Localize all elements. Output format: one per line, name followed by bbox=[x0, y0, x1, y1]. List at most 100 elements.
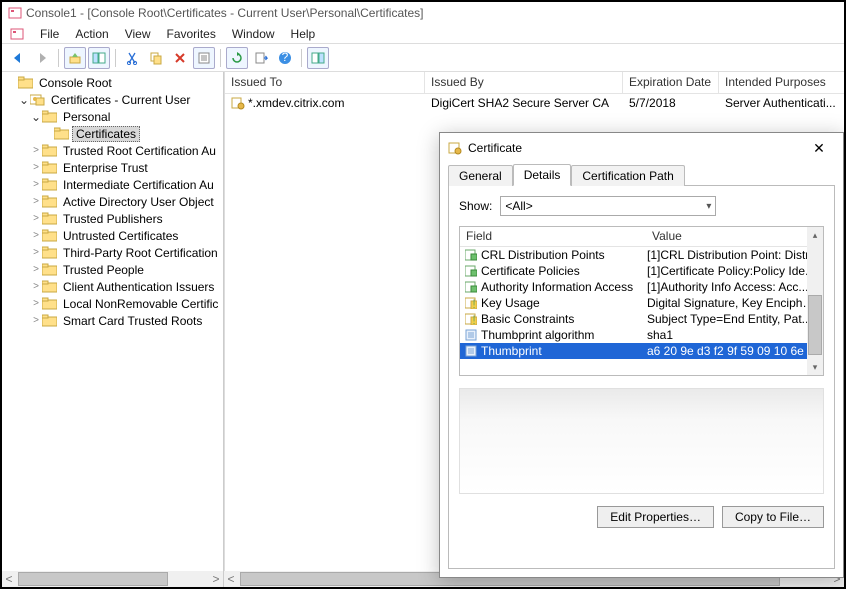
tree-node[interactable]: Local NonRemovable Certific bbox=[60, 297, 221, 311]
folder-icon bbox=[42, 212, 57, 225]
fields-vertical-scrollbar[interactable]: ▴ ▾ bbox=[807, 227, 823, 375]
expand-toggle[interactable] bbox=[30, 110, 42, 124]
folder-icon bbox=[42, 246, 57, 259]
tree-node[interactable]: Intermediate Certification Au bbox=[60, 178, 217, 192]
tree-node-console-root[interactable]: Console Root bbox=[36, 76, 115, 90]
tab-general[interactable]: General bbox=[448, 165, 513, 186]
copy-to-file-button[interactable]: Copy to File… bbox=[722, 506, 824, 528]
field-icon bbox=[464, 265, 478, 277]
certificate-icon bbox=[448, 141, 462, 155]
close-button[interactable]: ✕ bbox=[803, 136, 835, 160]
expand-toggle[interactable] bbox=[30, 264, 42, 275]
svg-text:!: ! bbox=[472, 313, 475, 325]
cut-button[interactable] bbox=[121, 47, 143, 69]
field-icon bbox=[464, 345, 478, 357]
forward-button[interactable] bbox=[31, 47, 53, 69]
field-name: Thumbprint algorithm bbox=[481, 328, 647, 342]
col-value[interactable]: Value bbox=[646, 227, 823, 246]
col-issued-by[interactable]: Issued By bbox=[425, 72, 623, 93]
field-row[interactable]: !Basic ConstraintsSubject Type=End Entit… bbox=[460, 311, 823, 327]
menu-favorites[interactable]: Favorites bbox=[159, 25, 224, 43]
list-header[interactable]: Issued To Issued By Expiration Date Inte… bbox=[225, 72, 844, 94]
menu-window[interactable]: Window bbox=[224, 25, 283, 43]
expand-toggle[interactable] bbox=[30, 162, 42, 173]
tree-node[interactable]: Active Directory User Object bbox=[60, 195, 217, 209]
help-button[interactable]: ? bbox=[274, 47, 296, 69]
refresh-button[interactable] bbox=[226, 47, 248, 69]
expand-toggle[interactable] bbox=[30, 281, 42, 292]
menu-file[interactable]: File bbox=[32, 25, 67, 43]
field-row[interactable]: !Key UsageDigital Signature, Key Enciphe… bbox=[460, 295, 823, 311]
col-field[interactable]: Field bbox=[460, 227, 646, 246]
expand-toggle[interactable] bbox=[30, 196, 42, 207]
folder-icon bbox=[18, 76, 33, 89]
tree-node[interactable]: Trusted People bbox=[60, 263, 147, 277]
menu-action[interactable]: Action bbox=[67, 25, 116, 43]
field-name: Key Usage bbox=[481, 296, 647, 310]
expand-toggle[interactable] bbox=[30, 213, 42, 224]
certstore-icon bbox=[30, 93, 45, 106]
dialog-title-bar[interactable]: Certificate ✕ bbox=[440, 133, 843, 163]
toggle-actions-pane-button[interactable] bbox=[307, 47, 329, 69]
tree-node[interactable]: Trusted Publishers bbox=[60, 212, 166, 226]
expand-toggle[interactable] bbox=[30, 145, 42, 156]
console-tree[interactable]: Console Root Certificates - Current User… bbox=[4, 72, 223, 329]
col-issued-to[interactable]: Issued To bbox=[225, 72, 425, 93]
window-title: Console1 - [Console Root\Certificates - … bbox=[26, 6, 424, 20]
field-detail-textarea[interactable] bbox=[459, 388, 824, 494]
fields-listview[interactable]: Field Value CRL Distribution Points[1]CR… bbox=[459, 226, 824, 376]
col-expiration[interactable]: Expiration Date bbox=[623, 72, 719, 93]
expand-toggle[interactable] bbox=[30, 179, 42, 190]
cell-issued-by: DigiCert SHA2 Secure Server CA bbox=[425, 95, 623, 111]
copy-button[interactable] bbox=[145, 47, 167, 69]
field-name: Thumbprint bbox=[481, 344, 647, 358]
expand-toggle[interactable] bbox=[30, 298, 42, 309]
export-list-button[interactable] bbox=[250, 47, 272, 69]
folder-icon bbox=[42, 280, 57, 293]
field-icon bbox=[464, 329, 478, 341]
tree-node-cert-user[interactable]: Certificates - Current User bbox=[48, 93, 193, 107]
tree-horizontal-scrollbar[interactable]: < > bbox=[2, 571, 223, 587]
show-dropdown[interactable]: <All> ▾ bbox=[500, 196, 716, 216]
field-name: Certificate Policies bbox=[481, 264, 647, 278]
field-value: [1]CRL Distribution Point: Distr... bbox=[647, 248, 823, 262]
svg-text:?: ? bbox=[282, 51, 289, 64]
delete-button[interactable] bbox=[169, 47, 191, 69]
tree-node[interactable]: Trusted Root Certification Au bbox=[60, 144, 219, 158]
tree-node[interactable]: Untrusted Certificates bbox=[60, 229, 181, 243]
show-hide-console-tree-button[interactable] bbox=[88, 47, 110, 69]
edit-properties-button[interactable]: Edit Properties… bbox=[597, 506, 714, 528]
expand-toggle[interactable] bbox=[18, 93, 30, 107]
up-button[interactable] bbox=[64, 47, 86, 69]
field-row[interactable]: Thumbprint algorithmsha1 bbox=[460, 327, 823, 343]
expand-toggle[interactable] bbox=[30, 230, 42, 241]
cert-row[interactable]: *.xmdev.citrix.com DigiCert SHA2 Secure S… bbox=[225, 94, 844, 112]
field-row[interactable]: Authority Information Access[1]Authority… bbox=[460, 279, 823, 295]
col-purposes[interactable]: Intended Purposes bbox=[719, 72, 844, 93]
tree-node-personal[interactable]: Personal bbox=[60, 110, 113, 124]
mmc-doc-icon bbox=[10, 27, 24, 41]
tab-details[interactable]: Details bbox=[513, 164, 572, 186]
field-row[interactable]: Certificate Policies[1]Certificate Polic… bbox=[460, 263, 823, 279]
tree-node[interactable]: Smart Card Trusted Roots bbox=[60, 314, 205, 328]
folder-icon bbox=[42, 144, 57, 157]
tab-certpath[interactable]: Certification Path bbox=[571, 165, 684, 186]
field-value: [1]Certificate Policy:Policy Ide... bbox=[647, 264, 823, 278]
tree-node-certificates[interactable]: Certificates bbox=[72, 126, 140, 142]
cell-issued-to: *.xmdev.citrix.com bbox=[248, 96, 344, 110]
tree-node[interactable]: Third-Party Root Certification bbox=[60, 246, 221, 260]
tree-node[interactable]: Client Authentication Issuers bbox=[60, 280, 217, 294]
menu-view[interactable]: View bbox=[117, 25, 159, 43]
field-value: [1]Authority Info Access: Acc... bbox=[647, 280, 823, 294]
menu-bar: File Action View Favorites Window Help bbox=[2, 24, 844, 44]
expand-toggle[interactable] bbox=[30, 247, 42, 258]
expand-toggle[interactable] bbox=[30, 315, 42, 326]
properties-button[interactable] bbox=[193, 47, 215, 69]
menu-help[interactable]: Help bbox=[283, 25, 324, 43]
field-row[interactable]: CRL Distribution Points[1]CRL Distributi… bbox=[460, 247, 823, 263]
back-button[interactable] bbox=[7, 47, 29, 69]
field-value: sha1 bbox=[647, 328, 823, 342]
field-row[interactable]: Thumbprinta6 20 9e d3 f2 9f 59 09 10 6e … bbox=[460, 343, 823, 359]
field-value: a6 20 9e d3 f2 9f 59 09 10 6e ... bbox=[647, 344, 823, 358]
tree-node[interactable]: Enterprise Trust bbox=[60, 161, 151, 175]
